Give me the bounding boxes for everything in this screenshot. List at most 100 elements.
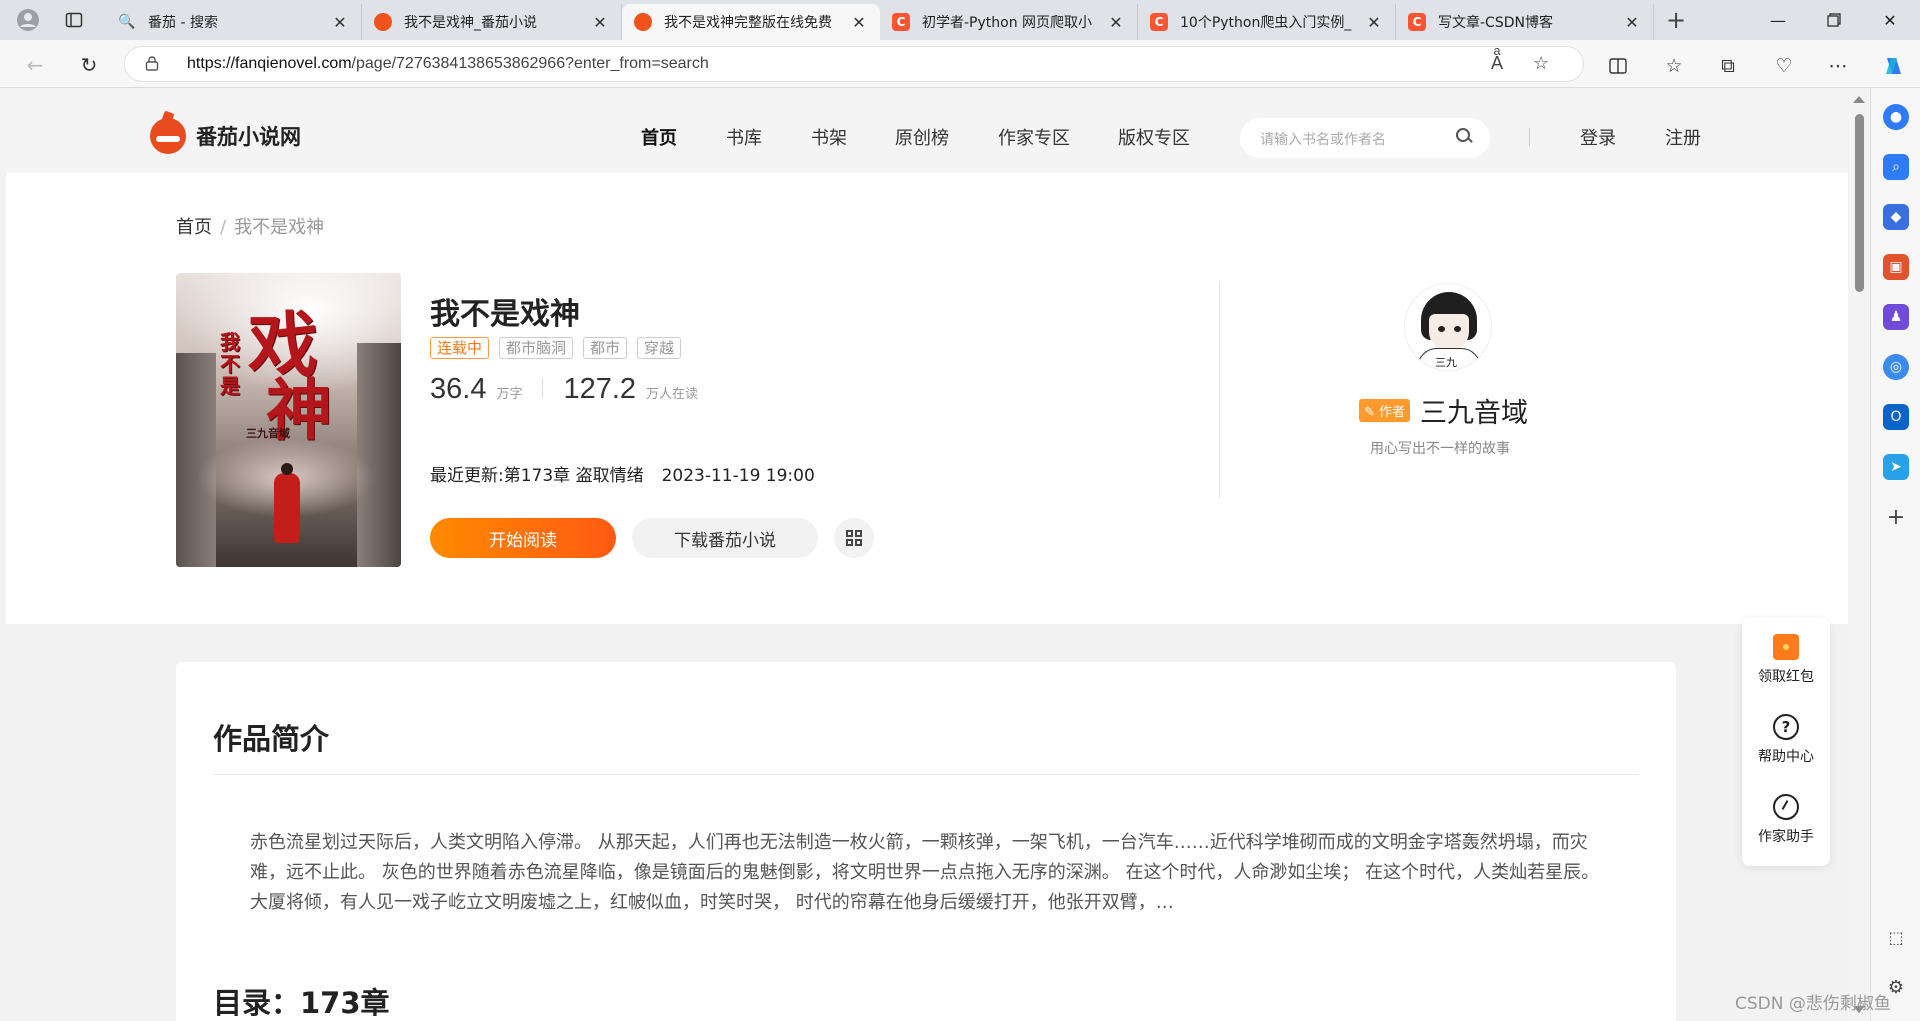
avatar-face [1429,314,1469,350]
profile-icon[interactable] [14,6,42,34]
qr-code-icon [846,530,862,546]
screenshot-icon[interactable]: ⬚ [1883,924,1909,950]
games-icon[interactable]: ♟ [1883,304,1909,330]
start-reading-button[interactable]: 开始阅读 [430,518,616,558]
refresh-icon[interactable]: ↻ [74,50,104,80]
tab-actions-icon[interactable] [60,6,88,34]
read-aloud-icon[interactable]: Aͣ [1491,53,1503,74]
minimize-icon[interactable]: — [1750,0,1806,40]
help-center-button[interactable]: ? 帮助中心 [1742,714,1830,766]
browser-essentials-icon[interactable]: ♡ [1770,52,1798,80]
csdn-icon: C [892,13,910,31]
genre-tag[interactable]: 都市脑洞 [499,337,574,359]
copilot-icon[interactable] [1880,52,1908,80]
browser-tab-active[interactable]: 我不是戏神完整版在线免费 ✕ [622,4,880,40]
outlook-icon[interactable]: O [1883,404,1909,430]
browser-tab[interactable]: 🔍 番茄 - 搜索 ✕ [106,4,362,40]
close-window-icon[interactable]: ✕ [1862,0,1918,40]
nav-bookshelf[interactable]: 书架 [811,124,847,150]
scrollbar-thumb[interactable] [1855,114,1864,292]
url-input[interactable]: https://fanqienovel.com/page/72763841386… [124,46,1584,82]
intro-text: 赤色流星划过天际后，人类文明陷入停滞。 从那天起，人们再也无法制造一枚火箭，一颗… [250,832,1600,913]
writer-assistant-label: 作家助手 [1758,829,1814,845]
author-motto: 用心写出不一样的故事 [1370,441,1510,457]
close-icon[interactable]: ✕ [591,13,609,32]
stats-divider [542,378,544,398]
site-search-input[interactable]: 请输入书名或作者名 [1240,118,1490,158]
breadcrumb-current: 我不是戏神 [234,217,325,238]
help-center-label: 帮助中心 [1758,749,1814,765]
browser-tab[interactable]: C 初学者-Python 网页爬取小 ✕ [880,4,1138,40]
latest-update: 最近更新:第173章 盗取情绪 2023-11-19 19:00 [430,461,815,486]
favorite-star-icon[interactable]: ☆ [1533,53,1549,74]
tools-briefcase-icon[interactable]: ▣ [1883,254,1909,280]
book-tags: 连载中 都市脑洞 都市 穿越 [430,337,691,359]
close-icon[interactable]: ✕ [1623,13,1641,32]
cover-title-small: 我不是 [220,330,240,398]
tab-title: 初学者-Python 网页爬取小 [922,15,1093,31]
author-name[interactable]: 三九音域 [1420,391,1528,430]
csdn-icon: C [1150,13,1168,31]
section-divider [1219,283,1220,499]
add-app-icon[interactable]: + [1883,504,1909,530]
search-icon[interactable] [1456,128,1472,144]
more-menu-icon[interactable]: ⋯ [1824,52,1852,80]
scroll-up-arrow[interactable] [1853,96,1865,103]
nav-home[interactable]: 首页 [641,124,677,150]
red-packet-button[interactable]: 领取红包 [1742,634,1830,686]
lock-icon[interactable] [145,55,159,75]
page-scrollbar[interactable] [1848,88,1870,1021]
cover-figure [274,463,300,543]
writer-assistant-button[interactable]: 作家助手 [1742,794,1830,846]
site-logo[interactable]: 番茄小说网 [150,118,301,154]
search-icon[interactable]: ⌕ [1883,154,1909,180]
genre-tag[interactable]: 都市 [583,337,628,359]
breadcrumb: 首页 / 我不是戏神 [176,213,324,239]
header-divider [1529,128,1530,146]
url-path: /page/7276384138653862966?enter_from=sea… [351,55,709,72]
tab-title: 我不是戏神_番茄小说 [404,15,537,31]
nav-library[interactable]: 书库 [726,124,762,150]
browser-address-bar: ← ↻ https://fanqienovel.com/page/7276384… [0,40,1920,88]
author-badge: ✎ 作者 [1359,399,1411,422]
avatar-eye [1438,326,1445,332]
register-link[interactable]: 注册 [1665,124,1701,150]
close-icon[interactable]: ✕ [331,13,349,32]
logo-text: 番茄小说网 [196,125,301,149]
shopping-tag-icon[interactable]: ◆ [1883,204,1909,230]
download-app-button[interactable]: 下载番茄小说 [632,518,818,558]
nav-writer-zone[interactable]: 作家专区 [998,124,1070,150]
breadcrumb-home[interactable]: 首页 [176,217,212,238]
writer-assistant-icon [1773,794,1799,820]
microsoft-365-icon[interactable]: ◎ [1883,354,1909,380]
restore-icon[interactable] [1806,0,1862,40]
login-link[interactable]: 登录 [1580,124,1616,150]
author-line: ✎ 作者 三九音域 [1359,391,1539,430]
notification-bell-icon[interactable]: ● [1883,104,1909,130]
latest-chapter-link[interactable]: 第173章 盗取情绪 [504,466,644,486]
genre-tag[interactable]: 穿越 [637,337,682,359]
search-icon: 🔍 [118,14,136,30]
browser-tab[interactable]: C 写文章-CSDN博客 ✕ [1396,4,1654,40]
close-icon[interactable]: ✕ [1365,13,1383,32]
fanqie-icon [374,13,392,31]
new-tab-icon[interactable]: + [1662,6,1690,34]
close-icon[interactable]: ✕ [1107,13,1125,32]
floating-side-panel: 领取红包 ? 帮助中心 作家助手 [1742,618,1830,866]
qr-code-button[interactable] [834,518,874,558]
back-icon[interactable]: ← [20,50,50,80]
nav-copyright-zone[interactable]: 版权专区 [1118,124,1190,150]
close-icon[interactable]: ✕ [850,13,868,32]
collections-icon[interactable]: ⧉ [1714,52,1742,80]
author-avatar[interactable]: 三九 [1404,283,1492,371]
fanqie-icon [634,13,652,31]
split-screen-icon[interactable] [1604,52,1632,80]
send-icon[interactable]: ➤ [1883,454,1909,480]
tab-title: 10个Python爬虫入门实例_ [1180,15,1352,31]
favorites-icon[interactable]: ☆ [1660,52,1688,80]
browser-tab[interactable]: C 10个Python爬虫入门实例_ ✕ [1138,4,1396,40]
nav-original-ranking[interactable]: 原创榜 [895,124,949,150]
browser-tab[interactable]: 我不是戏神_番茄小说 ✕ [362,4,622,40]
csdn-watermark: CSDN @悲伤剩椒鱼 [1735,994,1891,1014]
book-cover[interactable]: 我不是 戏 神 三九音域 [176,273,401,567]
